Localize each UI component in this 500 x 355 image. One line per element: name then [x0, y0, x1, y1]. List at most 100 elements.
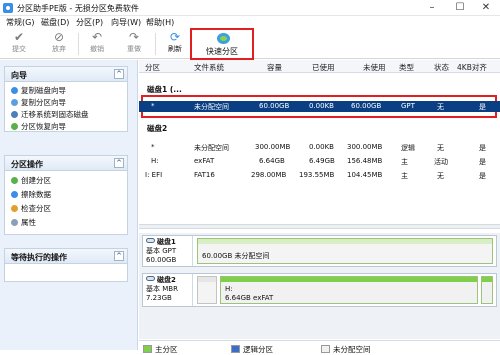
partition-detail: 60.00GB 未分配空间 — [202, 252, 270, 260]
create-partition-icon — [11, 177, 18, 184]
redo-button[interactable]: ↷ 重做 — [119, 31, 149, 56]
disk1-map-style: 基本 GPT — [146, 247, 177, 255]
cell-status: 无 — [437, 144, 444, 152]
cell-filesystem: 未分配空间 — [194, 144, 229, 152]
cell-partition: * — [151, 102, 155, 110]
sidebar-item-partition-recovery[interactable]: 分区恢复向导 — [5, 121, 127, 133]
copy-disk-icon — [11, 87, 18, 94]
disk2-label[interactable]: 磁盘2 — [147, 123, 167, 134]
disk2-map-name: 磁盘2 — [157, 276, 176, 284]
column-header: 分区 文件系统 容量 已使用 未使用 类型 状态 4KB对齐 — [139, 60, 500, 73]
cell-free: 60.00GB — [351, 102, 382, 110]
disk1-label[interactable]: 磁盘1 (... — [147, 84, 182, 95]
sidebar-item-copy-disk[interactable]: 复制磁盘向导 — [5, 85, 127, 97]
cell-free: 104.45MB — [347, 171, 383, 179]
menu-partition[interactable]: 分区(P) — [76, 17, 103, 28]
cell-capacity: 60.00GB — [259, 102, 290, 110]
cell-type: 主 — [401, 172, 408, 180]
refresh-label: 刷新 — [168, 45, 182, 53]
submit-button[interactable]: ✔ 提交 — [4, 31, 34, 56]
cell-filesystem: FAT16 — [194, 171, 215, 179]
disk2-h-partition-block[interactable]: H: 6.64GB exFAT — [220, 276, 478, 304]
operations-panel: 分区操作 ^ 创建分区 擦除数据 检查分区 属性 — [4, 155, 128, 235]
column-partition[interactable]: 分区 — [145, 62, 160, 73]
sidebar-item-create-partition[interactable]: 创建分区 — [5, 175, 127, 187]
menu-wizard[interactable]: 向导(W) — [111, 17, 141, 28]
toolbar-separator — [155, 33, 156, 55]
discard-button[interactable]: ⊘ 放弃 — [44, 31, 74, 56]
table-row[interactable]: * 未分配空间 300.00MB 0.00KB 300.00MB 逻辑 无 是 — [139, 142, 500, 153]
properties-icon — [11, 219, 18, 226]
column-4k-align[interactable]: 4KB对齐 — [457, 62, 487, 73]
check-icon: ✔ — [13, 30, 25, 44]
column-status[interactable]: 状态 — [434, 62, 449, 73]
legend-label: 未分配空间 — [333, 345, 371, 354]
disk2-map[interactable]: 磁盘2 基本 MBR 7.23GB H: 6.64GB exFAT — [142, 273, 497, 307]
column-used[interactable]: 已使用 — [312, 62, 335, 73]
table-row[interactable]: H: exFAT 6.64GB 6.49GB 156.48MB 主 活动 是 — [139, 156, 500, 167]
cell-capacity: 6.64GB — [259, 157, 285, 165]
sidebar-item-label: 复制磁盘向导 — [21, 86, 66, 95]
cell-partition: H: — [151, 157, 159, 165]
sidebar-item-label: 属性 — [21, 218, 36, 227]
cell-status: 无 — [437, 172, 444, 180]
fast-partition-button[interactable]: 快速分区 — [190, 28, 254, 60]
cell-type: 主 — [401, 158, 408, 166]
cell-capacity: 298.00MB — [251, 171, 287, 179]
sidebar-item-label: 创建分区 — [21, 176, 51, 185]
menu-disk[interactable]: 磁盘(D) — [41, 17, 69, 28]
maximize-button[interactable]: ☐ — [446, 0, 474, 16]
refresh-button[interactable]: ⟳ 刷新 — [160, 31, 190, 56]
sidebar-item-label: 检查分区 — [21, 204, 51, 213]
cell-free: 156.48MB — [347, 157, 383, 165]
sidebar-item-copy-partition[interactable]: 复制分区向导 — [5, 97, 127, 109]
menu-general[interactable]: 常规(G) — [6, 17, 34, 28]
sidebar-item-wipe-data[interactable]: 擦除数据 — [5, 189, 127, 201]
column-free[interactable]: 未使用 — [363, 62, 386, 73]
sidebar-item-properties[interactable]: 属性 — [5, 217, 127, 229]
disk1-unallocated-block[interactable]: 60.00GB 未分配空间 — [197, 238, 493, 264]
logical-swatch — [231, 345, 240, 353]
close-button[interactable]: ✕ — [472, 0, 500, 16]
sidebar-item-migrate-os[interactable]: 迁移系统到固态磁盘 — [5, 109, 127, 121]
undo-icon: ↶ — [91, 30, 103, 44]
minimize-button[interactable]: – — [418, 0, 446, 16]
undo-button[interactable]: ↶ 撤销 — [82, 31, 112, 56]
disk1-map-size: 60.00GB — [146, 256, 177, 264]
cell-status: 活动 — [434, 158, 448, 166]
cell-filesystem: exFAT — [194, 157, 215, 165]
cell-status: 无 — [437, 103, 444, 111]
collapse-icon[interactable]: ^ — [114, 158, 124, 168]
splitter[interactable] — [139, 224, 500, 229]
unallocated-swatch — [321, 345, 330, 353]
undo-label: 撤销 — [90, 45, 104, 53]
disk1-map[interactable]: 磁盘1 基本 GPT 60.00GB 60.00GB 未分配空间 — [142, 235, 497, 267]
column-capacity[interactable]: 容量 — [267, 62, 282, 73]
wizard-panel-header: 向导 ^ — [5, 67, 127, 82]
disk2-efi-partition-block[interactable] — [481, 276, 493, 304]
toolbar-separator — [78, 33, 79, 55]
wipe-icon — [11, 191, 18, 198]
menu-help[interactable]: 帮助(H) — [146, 17, 174, 28]
window-title: 分区助手PE版 - 无损分区免费软件 — [17, 4, 139, 13]
collapse-icon[interactable]: ^ — [114, 251, 124, 261]
disk2-unallocated-block[interactable] — [197, 276, 217, 304]
legend: 主分区 逻辑分区 未分配空间 — [139, 340, 500, 355]
sidebar-item-check-partition[interactable]: 检查分区 — [5, 203, 127, 215]
copy-partition-icon — [11, 99, 18, 106]
usage-bar — [221, 277, 477, 282]
recovery-icon — [11, 123, 18, 130]
cell-align: 是 — [479, 103, 486, 111]
collapse-icon[interactable]: ^ — [114, 69, 124, 79]
disk-icon — [146, 238, 155, 243]
cell-align: 是 — [479, 158, 486, 166]
column-filesystem[interactable]: 文件系统 — [194, 62, 224, 73]
title-bar: 分区助手PE版 - 无损分区免费软件 – ☐ ✕ — [0, 0, 500, 16]
disk2-card[interactable]: 磁盘2 基本 MBR 7.23GB — [143, 274, 193, 306]
disk1-card[interactable]: 磁盘1 基本 GPT 60.00GB — [143, 236, 193, 266]
table-row[interactable]: * 未分配空间 60.00GB 0.00KB 60.00GB GPT 无 是 — [139, 101, 500, 112]
cell-used: 6.49GB — [309, 157, 335, 165]
submit-label: 提交 — [12, 45, 26, 53]
column-type[interactable]: 类型 — [399, 62, 414, 73]
table-row[interactable]: I: EFI FAT16 298.00MB 193.55MB 104.45MB … — [139, 170, 500, 181]
